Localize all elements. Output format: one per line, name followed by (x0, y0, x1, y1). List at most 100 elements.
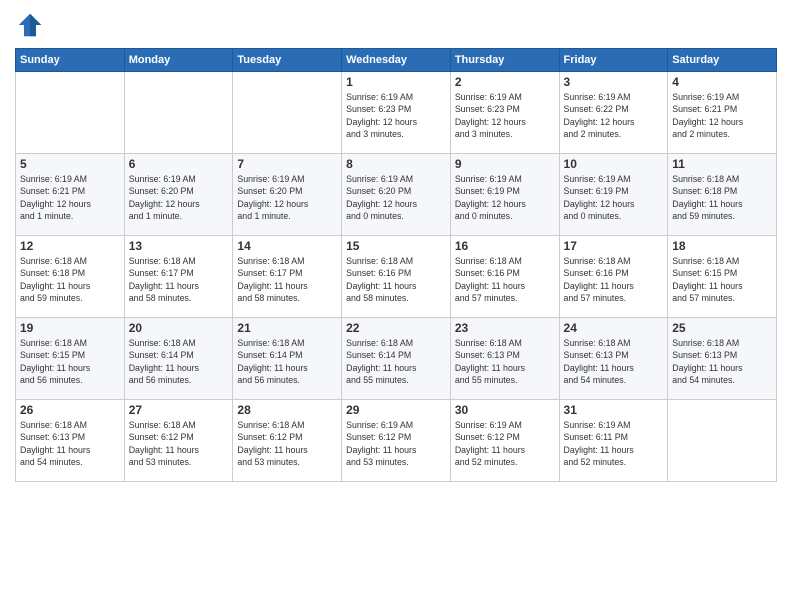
day-number: 22 (346, 321, 446, 335)
calendar-cell (233, 72, 342, 154)
day-number: 7 (237, 157, 337, 171)
calendar-cell: 21 Sunrise: 6:18 AMSunset: 6:14 PMDayligh… (233, 318, 342, 400)
calendar-cell: 23 Sunrise: 6:18 AMSunset: 6:13 PMDayligh… (450, 318, 559, 400)
calendar-cell: 5 Sunrise: 6:19 AMSunset: 6:21 PMDaylight… (16, 154, 125, 236)
day-info: Sunrise: 6:19 AMSunset: 6:21 PMDaylight:… (20, 173, 120, 222)
day-info: Sunrise: 6:18 AMSunset: 6:13 PMDaylight:… (564, 337, 664, 386)
day-number: 23 (455, 321, 555, 335)
calendar-table: SundayMondayTuesdayWednesdayThursdayFrid… (15, 48, 777, 482)
day-header-sunday: Sunday (16, 49, 125, 72)
calendar-cell: 18 Sunrise: 6:18 AMSunset: 6:15 PMDayligh… (668, 236, 777, 318)
day-number: 10 (564, 157, 664, 171)
day-number: 21 (237, 321, 337, 335)
day-number: 12 (20, 239, 120, 253)
day-header-tuesday: Tuesday (233, 49, 342, 72)
calendar-cell: 3Sunrise: 6:19 AMSunset: 6:22 PMDaylight… (559, 72, 668, 154)
day-info: Sunrise: 6:18 AMSunset: 6:16 PMDaylight:… (455, 255, 555, 304)
day-header-monday: Monday (124, 49, 233, 72)
calendar-week-2: 5 Sunrise: 6:19 AMSunset: 6:21 PMDaylight… (16, 154, 777, 236)
day-number: 15 (346, 239, 446, 253)
day-number: 1 (346, 75, 446, 89)
calendar-cell: 13 Sunrise: 6:18 AMSunset: 6:17 PMDayligh… (124, 236, 233, 318)
calendar-cell: 6 Sunrise: 6:19 AMSunset: 6:20 PMDaylight… (124, 154, 233, 236)
day-info: Sunrise: 6:19 AMSunset: 6:11 PMDaylight:… (564, 419, 664, 468)
day-info: Sunrise: 6:19 AMSunset: 6:19 PMDaylight:… (455, 173, 555, 222)
calendar-cell: 9 Sunrise: 6:19 AMSunset: 6:19 PMDaylight… (450, 154, 559, 236)
day-number: 8 (346, 157, 446, 171)
logo (15, 10, 49, 40)
calendar-cell (16, 72, 125, 154)
header (15, 10, 777, 40)
day-info: Sunrise: 6:19 AMSunset: 6:19 PMDaylight:… (564, 173, 664, 222)
calendar-cell: 20Sunrise: 6:18 AMSunset: 6:14 PMDayligh… (124, 318, 233, 400)
calendar-cell: 29Sunrise: 6:19 AMSunset: 6:12 PMDayligh… (342, 400, 451, 482)
day-number: 29 (346, 403, 446, 417)
calendar-cell: 15 Sunrise: 6:18 AMSunset: 6:16 PMDayligh… (342, 236, 451, 318)
day-info: Sunrise: 6:18 AMSunset: 6:15 PMDaylight:… (672, 255, 772, 304)
calendar-cell: 19 Sunrise: 6:18 AMSunset: 6:15 PMDayligh… (16, 318, 125, 400)
day-info: Sunrise: 6:18 AMSunset: 6:15 PMDaylight:… (20, 337, 120, 386)
day-info: Sunrise: 6:18 AMSunset: 6:14 PMDaylight:… (237, 337, 337, 386)
day-info: Sunrise: 6:18 AMSunset: 6:16 PMDaylight:… (564, 255, 664, 304)
day-info: Sunrise: 6:18 AMSunset: 6:14 PMDaylight:… (129, 337, 229, 386)
day-number: 26 (20, 403, 120, 417)
day-header-friday: Friday (559, 49, 668, 72)
day-info: Sunrise: 6:18 AMSunset: 6:17 PMDaylight:… (129, 255, 229, 304)
calendar-cell: 11 Sunrise: 6:18 AMSunset: 6:18 PMDayligh… (668, 154, 777, 236)
calendar-week-3: 12 Sunrise: 6:18 AMSunset: 6:18 PMDayligh… (16, 236, 777, 318)
day-number: 13 (129, 239, 229, 253)
day-info: Sunrise: 6:19 AMSunset: 6:20 PMDaylight:… (129, 173, 229, 222)
day-number: 16 (455, 239, 555, 253)
calendar-cell: 7 Sunrise: 6:19 AMSunset: 6:20 PMDaylight… (233, 154, 342, 236)
calendar-cell: 27Sunrise: 6:18 AMSunset: 6:12 PMDayligh… (124, 400, 233, 482)
day-info: Sunrise: 6:19 AMSunset: 6:12 PMDaylight:… (455, 419, 555, 468)
calendar-cell: 1 Sunrise: 6:19 AMSunset: 6:23 PMDaylight… (342, 72, 451, 154)
day-info: Sunrise: 6:18 AMSunset: 6:13 PMDaylight:… (455, 337, 555, 386)
day-number: 24 (564, 321, 664, 335)
day-number: 9 (455, 157, 555, 171)
calendar-cell: 22 Sunrise: 6:18 AMSunset: 6:14 PMDayligh… (342, 318, 451, 400)
day-header-thursday: Thursday (450, 49, 559, 72)
day-info: Sunrise: 6:18 AMSunset: 6:18 PMDaylight:… (672, 173, 772, 222)
day-number: 19 (20, 321, 120, 335)
day-info: Sunrise: 6:18 AMSunset: 6:13 PMDaylight:… (672, 337, 772, 386)
day-info: Sunrise: 6:19 AMSunset: 6:23 PMDaylight:… (455, 91, 555, 140)
day-info: Sunrise: 6:18 AMSunset: 6:17 PMDaylight:… (237, 255, 337, 304)
day-number: 17 (564, 239, 664, 253)
day-info: Sunrise: 6:18 AMSunset: 6:14 PMDaylight:… (346, 337, 446, 386)
day-info: Sunrise: 6:18 AMSunset: 6:12 PMDaylight:… (129, 419, 229, 468)
calendar-cell: 30 Sunrise: 6:19 AMSunset: 6:12 PMDayligh… (450, 400, 559, 482)
calendar-cell: 8Sunrise: 6:19 AMSunset: 6:20 PMDaylight… (342, 154, 451, 236)
day-number: 2 (455, 75, 555, 89)
calendar-cell: 2 Sunrise: 6:19 AMSunset: 6:23 PMDaylight… (450, 72, 559, 154)
day-number: 11 (672, 157, 772, 171)
calendar-cell: 28 Sunrise: 6:18 AMSunset: 6:12 PMDayligh… (233, 400, 342, 482)
calendar-header-row: SundayMondayTuesdayWednesdayThursdayFrid… (16, 49, 777, 72)
calendar-week-1: 1 Sunrise: 6:19 AMSunset: 6:23 PMDaylight… (16, 72, 777, 154)
day-info: Sunrise: 6:18 AMSunset: 6:18 PMDaylight:… (20, 255, 120, 304)
day-number: 6 (129, 157, 229, 171)
day-info: Sunrise: 6:18 AMSunset: 6:16 PMDaylight:… (346, 255, 446, 304)
calendar-week-5: 26Sunrise: 6:18 AMSunset: 6:13 PMDayligh… (16, 400, 777, 482)
page: SundayMondayTuesdayWednesdayThursdayFrid… (0, 0, 792, 612)
day-info: Sunrise: 6:19 AMSunset: 6:23 PMDaylight:… (346, 91, 446, 140)
calendar-cell: 25Sunrise: 6:18 AMSunset: 6:13 PMDayligh… (668, 318, 777, 400)
calendar-cell: 16 Sunrise: 6:18 AMSunset: 6:16 PMDayligh… (450, 236, 559, 318)
day-number: 5 (20, 157, 120, 171)
day-info: Sunrise: 6:18 AMSunset: 6:12 PMDaylight:… (237, 419, 337, 468)
calendar-cell (668, 400, 777, 482)
calendar-cell: 24 Sunrise: 6:18 AMSunset: 6:13 PMDayligh… (559, 318, 668, 400)
day-number: 31 (564, 403, 664, 417)
day-number: 18 (672, 239, 772, 253)
day-number: 14 (237, 239, 337, 253)
day-number: 28 (237, 403, 337, 417)
calendar-cell: 31 Sunrise: 6:19 AMSunset: 6:11 PMDayligh… (559, 400, 668, 482)
calendar-cell: 12 Sunrise: 6:18 AMSunset: 6:18 PMDayligh… (16, 236, 125, 318)
day-info: Sunrise: 6:19 AMSunset: 6:22 PMDaylight:… (564, 91, 664, 140)
calendar-cell: 26Sunrise: 6:18 AMSunset: 6:13 PMDayligh… (16, 400, 125, 482)
day-info: Sunrise: 6:19 AMSunset: 6:20 PMDaylight:… (237, 173, 337, 222)
calendar-cell: 14 Sunrise: 6:18 AMSunset: 6:17 PMDayligh… (233, 236, 342, 318)
day-number: 30 (455, 403, 555, 417)
day-number: 4 (672, 75, 772, 89)
calendar-week-4: 19 Sunrise: 6:18 AMSunset: 6:15 PMDayligh… (16, 318, 777, 400)
